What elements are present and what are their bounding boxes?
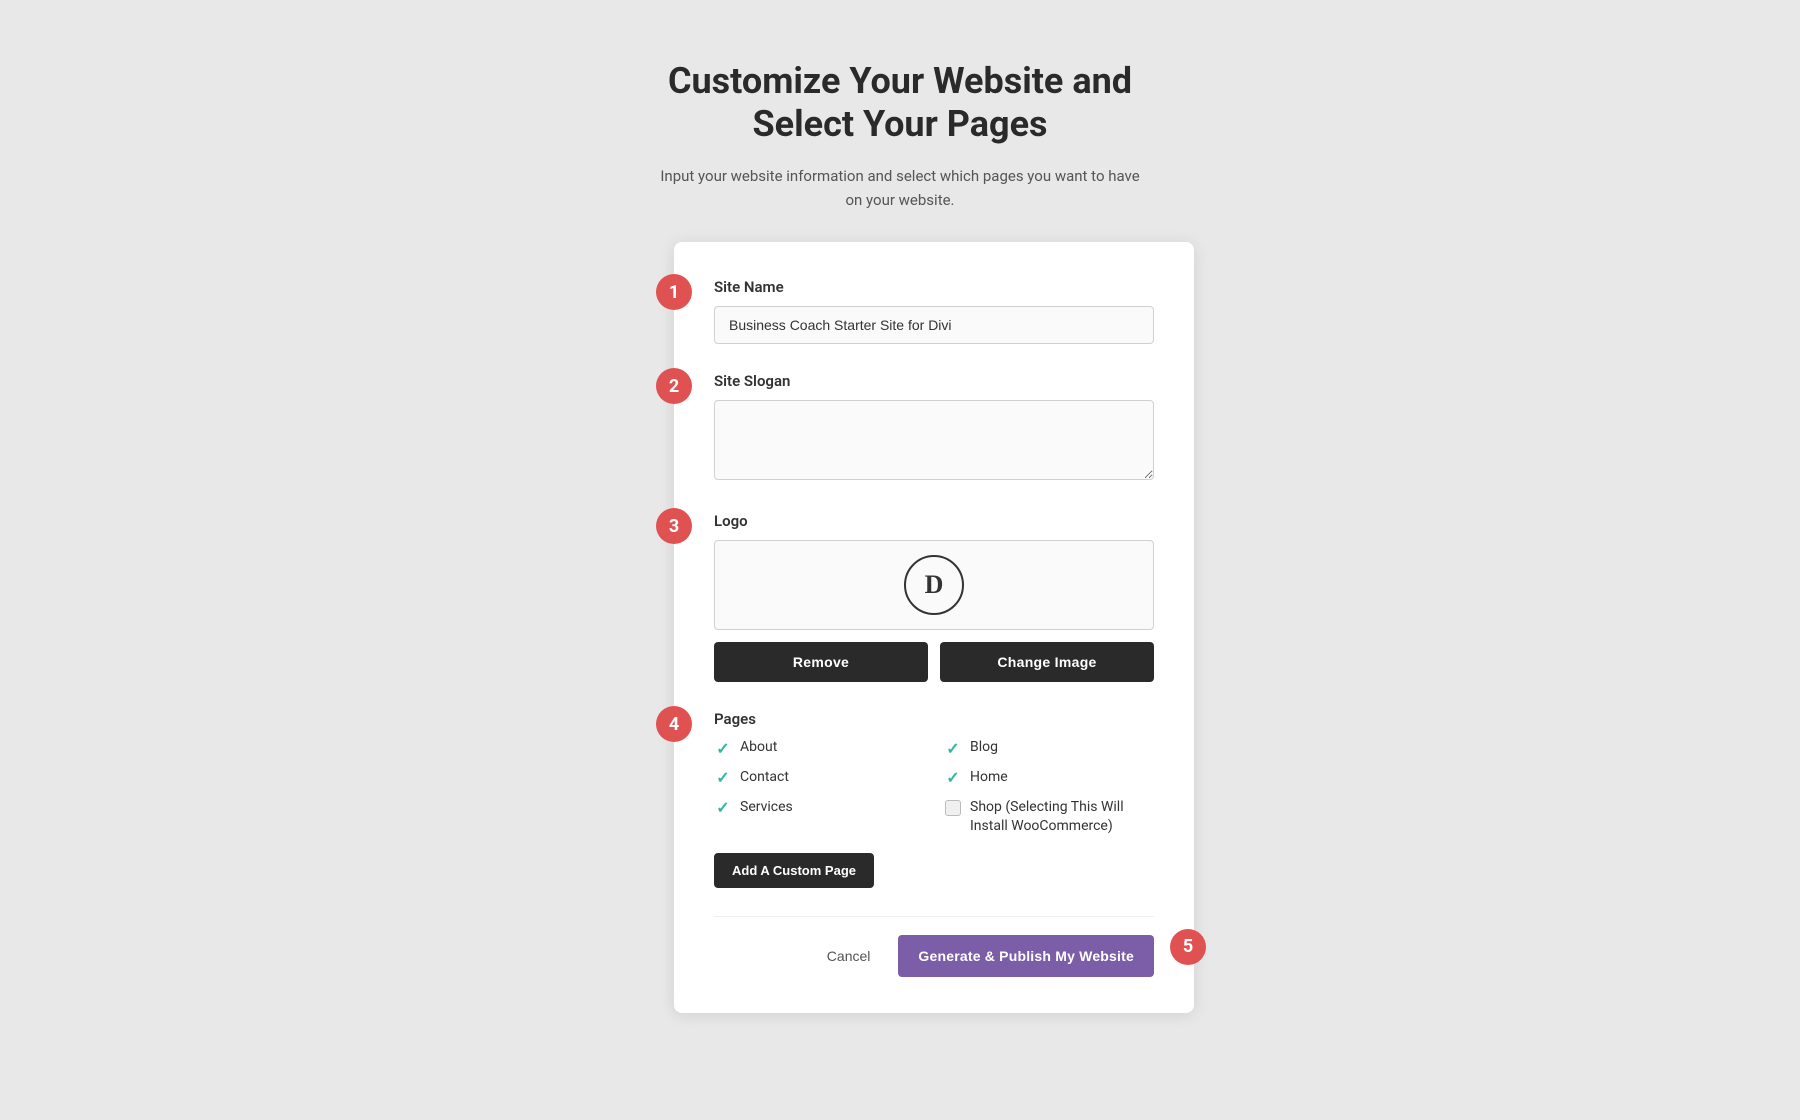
site-name-input[interactable] (714, 306, 1154, 344)
logo-icon: D (904, 555, 964, 615)
list-item: ✓ Blog (944, 738, 1154, 758)
step-4-section: 4 Pages ✓ About ✓ Blog (714, 710, 1154, 887)
cancel-button[interactable]: Cancel (811, 938, 887, 974)
form-card: 1 Site Name 2 Site Slogan 3 Logo D Remov… (674, 242, 1194, 1012)
page-title: Customize Your Website and Select Your P… (660, 60, 1140, 146)
check-icon: ✓ (716, 739, 729, 758)
contact-label: Contact (740, 768, 789, 788)
step-3-badge: 3 (656, 508, 692, 544)
list-item: ✓ About (714, 738, 924, 758)
publish-button[interactable]: Generate & Publish My Website (898, 935, 1154, 977)
pages-label: Pages (714, 710, 1154, 728)
change-image-button[interactable]: Change Image (940, 642, 1154, 682)
logo-buttons: Remove Change Image (714, 642, 1154, 682)
services-checkbox[interactable]: ✓ (714, 799, 732, 817)
list-item: ✓ Contact (714, 768, 924, 788)
form-wrapper: 1 Site Name 2 Site Slogan 3 Logo D Remov… (606, 242, 1194, 1012)
remove-logo-button[interactable]: Remove (714, 642, 928, 682)
form-actions: Cancel Generate & Publish My Website 5 (714, 916, 1154, 977)
step-2-badge: 2 (656, 368, 692, 404)
logo-label: Logo (714, 512, 1154, 530)
step-1-section: 1 Site Name (714, 278, 1154, 344)
contact-checkbox[interactable]: ✓ (714, 769, 732, 787)
logo-preview: D (714, 540, 1154, 630)
list-item: ✓ Home (944, 768, 1154, 788)
services-label: Services (740, 798, 793, 818)
blog-label: Blog (970, 738, 998, 758)
check-icon: ✓ (946, 739, 959, 758)
home-label: Home (970, 768, 1008, 788)
home-checkbox[interactable]: ✓ (944, 769, 962, 787)
check-icon: ✓ (946, 768, 959, 787)
list-item: Shop (Selecting This Will Install WooCom… (944, 798, 1154, 837)
site-slogan-input[interactable] (714, 400, 1154, 480)
unchecked-icon (945, 800, 961, 816)
site-slogan-label: Site Slogan (714, 372, 1154, 390)
about-label: About (740, 738, 777, 758)
step-5-badge: 5 (1170, 929, 1206, 965)
step-4-badge: 4 (656, 706, 692, 742)
shop-label: Shop (Selecting This Will Install WooCom… (970, 798, 1154, 837)
step-2-section: 2 Site Slogan (714, 372, 1154, 484)
step-3-section: 3 Logo D Remove Change Image (714, 512, 1154, 682)
about-checkbox[interactable]: ✓ (714, 739, 732, 757)
step-1-badge: 1 (656, 274, 692, 310)
check-icon: ✓ (716, 798, 729, 817)
pages-grid: ✓ About ✓ Blog ✓ Contact (714, 738, 1154, 836)
page-header: Customize Your Website and Select Your P… (660, 60, 1140, 212)
add-custom-page-button[interactable]: Add A Custom Page (714, 853, 874, 888)
blog-checkbox[interactable]: ✓ (944, 739, 962, 757)
page-subtitle: Input your website information and selec… (660, 164, 1140, 212)
shop-checkbox[interactable] (944, 799, 962, 817)
list-item: ✓ Services (714, 798, 924, 837)
check-icon: ✓ (716, 768, 729, 787)
site-name-label: Site Name (714, 278, 1154, 296)
